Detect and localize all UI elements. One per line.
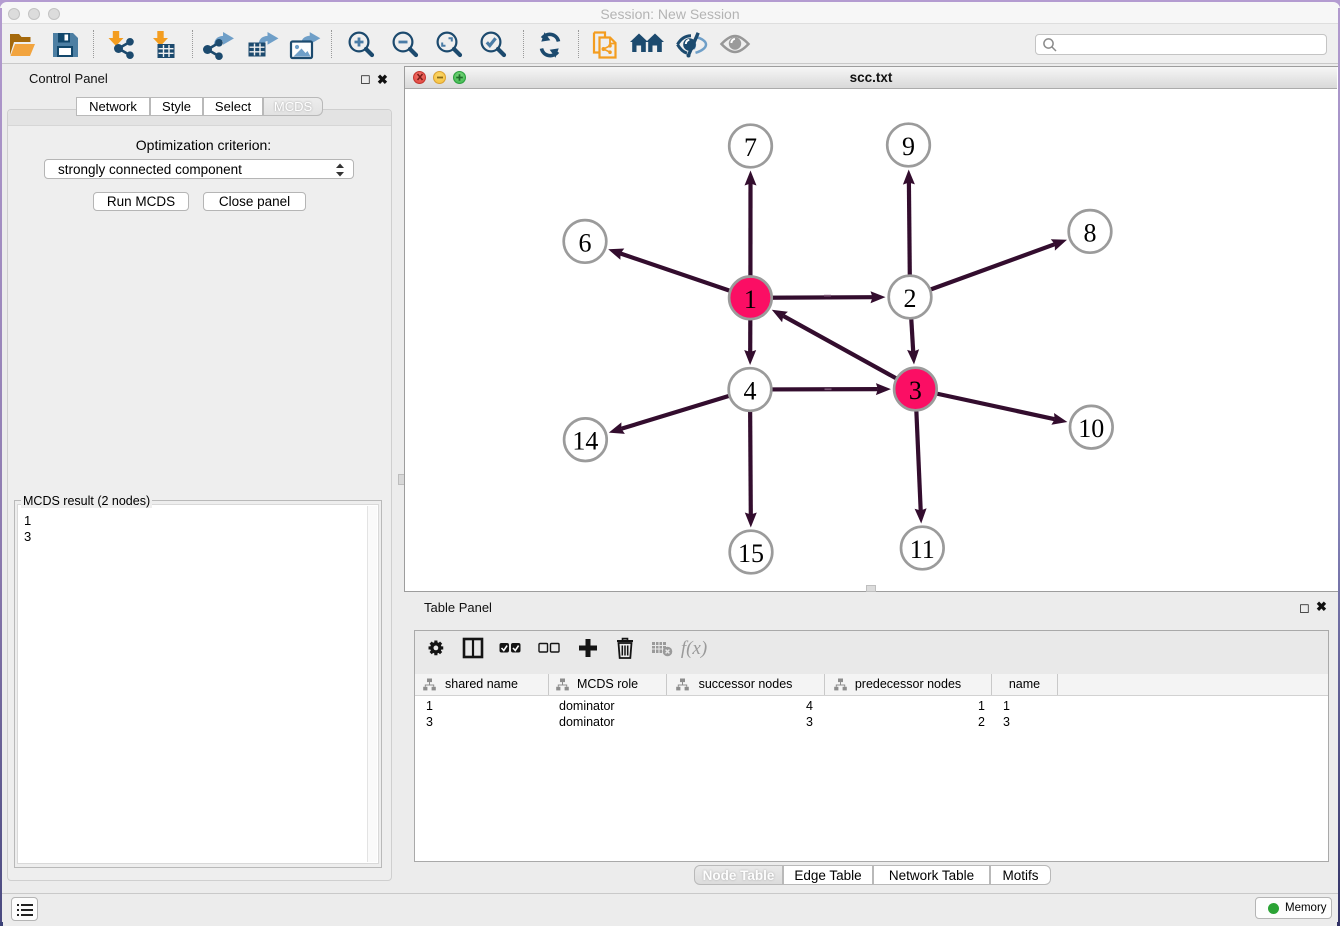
svg-text:15: 15 [738, 539, 764, 568]
svg-text:6: 6 [579, 228, 592, 257]
svg-text:14: 14 [572, 427, 598, 456]
svg-text:9: 9 [902, 132, 915, 161]
svg-text:11: 11 [910, 535, 935, 564]
svg-text:7: 7 [744, 133, 757, 162]
svg-text:10: 10 [1078, 414, 1104, 443]
svg-text:4: 4 [744, 377, 757, 406]
svg-text:8: 8 [1084, 218, 1097, 247]
svg-text:1: 1 [744, 285, 757, 314]
svg-text:2: 2 [904, 284, 917, 313]
svg-text:3: 3 [909, 376, 922, 405]
svg-text:f(x): f(x) [681, 638, 707, 659]
